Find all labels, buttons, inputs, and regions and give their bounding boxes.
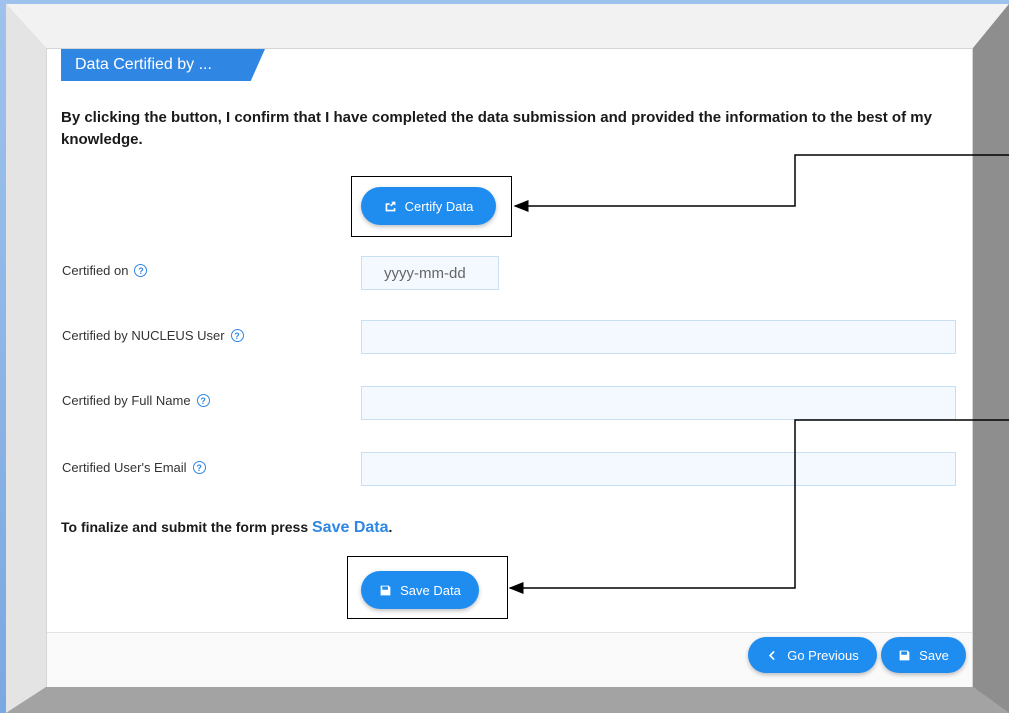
help-icon[interactable]: ? [192,460,206,474]
nucleus-user-label: Certified by NUCLEUS User ? [62,325,244,345]
certified-on-label: Certified on ? [62,260,148,280]
full-name-field[interactable] [361,386,956,420]
certified-on-field[interactable] [361,256,499,290]
bevel-right [973,4,1009,713]
full-name-label: Certified by Full Name ? [62,390,210,410]
save-label: Save [919,647,949,663]
help-icon[interactable]: ? [230,328,244,342]
help-icon[interactable]: ? [196,393,210,407]
bevel-top [6,4,1009,48]
finalize-instruction: To finalize and submit the form press Sa… [61,519,393,536]
floppy-disk-icon [899,650,910,660]
section-title: Data Certified by ... [61,49,265,81]
save-data-link[interactable]: Save Data [312,519,389,536]
save-data-highlight-box [347,556,508,619]
go-previous-label: Go Previous [787,647,859,663]
email-label: Certified User's Email ? [62,457,206,477]
bevel-left [6,4,46,713]
confirmation-text: By clicking the button, I confirm that I… [61,109,932,148]
email-field[interactable] [361,452,956,486]
go-previous-button[interactable]: Go Previous [748,637,877,673]
bevel-bottom [6,687,1009,713]
save-button[interactable]: Save [881,637,966,673]
form-panel: Data Certified by ... By clicking the bu… [46,48,973,687]
help-icon[interactable]: ? [134,263,148,277]
certify-highlight-box [351,176,512,237]
footer-bar: Go Previous Save [47,633,972,687]
chevron-left-icon [769,650,775,660]
nucleus-user-field[interactable] [361,320,956,354]
